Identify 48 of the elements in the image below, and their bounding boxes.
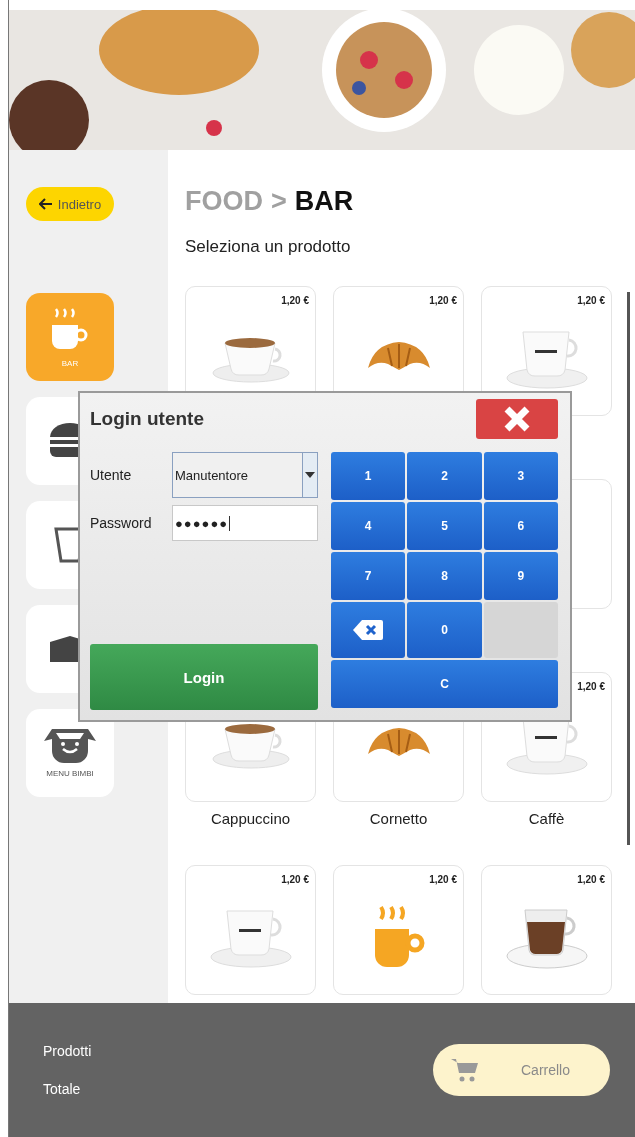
product-price: 1,20 € bbox=[577, 681, 605, 692]
clear-key[interactable]: C bbox=[331, 660, 558, 708]
total-label: Totale bbox=[43, 1081, 82, 1097]
scrollbar[interactable] bbox=[627, 292, 630, 845]
product-price: 1,20 € bbox=[281, 295, 309, 306]
keypad-key[interactable]: 2 bbox=[407, 452, 482, 500]
keypad-key[interactable]: 0 bbox=[407, 602, 482, 658]
product-price: 1,20 € bbox=[281, 874, 309, 885]
cart-icon bbox=[451, 1057, 479, 1083]
left-arrow-icon bbox=[38, 198, 53, 210]
password-field[interactable]: ●●●●●● bbox=[172, 505, 318, 541]
product-price: 1,20 € bbox=[577, 874, 605, 885]
product-card[interactable]: 1,20 € bbox=[185, 865, 316, 995]
keypad-key[interactable]: 5 bbox=[407, 502, 482, 550]
backspace-icon bbox=[353, 620, 384, 640]
back-button[interactable]: Indietro bbox=[26, 187, 114, 221]
page-title: BAR bbox=[294, 186, 354, 217]
keypad-key[interactable]: 7 bbox=[331, 552, 406, 600]
password-label: Password bbox=[90, 515, 153, 531]
product-card[interactable]: 1,20 € bbox=[481, 865, 612, 995]
keypad-key[interactable]: 9 bbox=[483, 552, 558, 600]
cow-face-icon bbox=[44, 728, 96, 763]
product-price: 1,20 € bbox=[429, 295, 457, 306]
backspace-key[interactable] bbox=[331, 602, 406, 658]
category-label: BAR bbox=[61, 358, 79, 368]
close-icon bbox=[503, 405, 531, 433]
breadcrumb-link[interactable]: FOOD bbox=[185, 186, 263, 217]
category-tile[interactable]: MENU BIMBI bbox=[26, 709, 114, 797]
product-price: 1,20 € bbox=[577, 295, 605, 306]
keypad-key[interactable]: 4 bbox=[331, 502, 406, 550]
breadcrumb-separator: > bbox=[271, 186, 287, 217]
keypad-key[interactable]: 1 bbox=[331, 452, 406, 500]
product-name: Cornetto bbox=[368, 810, 429, 827]
product-name: Cappuccino bbox=[209, 810, 292, 827]
close-button[interactable] bbox=[476, 399, 558, 439]
keypad-key[interactable]: 8 bbox=[407, 552, 482, 600]
product-name: Caffè bbox=[527, 810, 566, 827]
keypad-key[interactable]: 3 bbox=[483, 452, 558, 500]
subtitle: Seleziona un prodotto bbox=[185, 237, 352, 257]
user-dropdown[interactable]: Manutentore bbox=[172, 452, 318, 498]
login-button[interactable]: Login bbox=[90, 644, 318, 710]
keypad-key[interactable]: 6 bbox=[483, 502, 558, 550]
product-price: 1,20 € bbox=[429, 874, 457, 885]
user-label: Utente bbox=[90, 467, 133, 483]
product-card[interactable]: 1,20 € bbox=[333, 865, 464, 995]
products-label: Prodotti bbox=[43, 1043, 92, 1059]
category-label: MENU BIMBI bbox=[46, 768, 94, 778]
caret-icon bbox=[305, 472, 315, 478]
